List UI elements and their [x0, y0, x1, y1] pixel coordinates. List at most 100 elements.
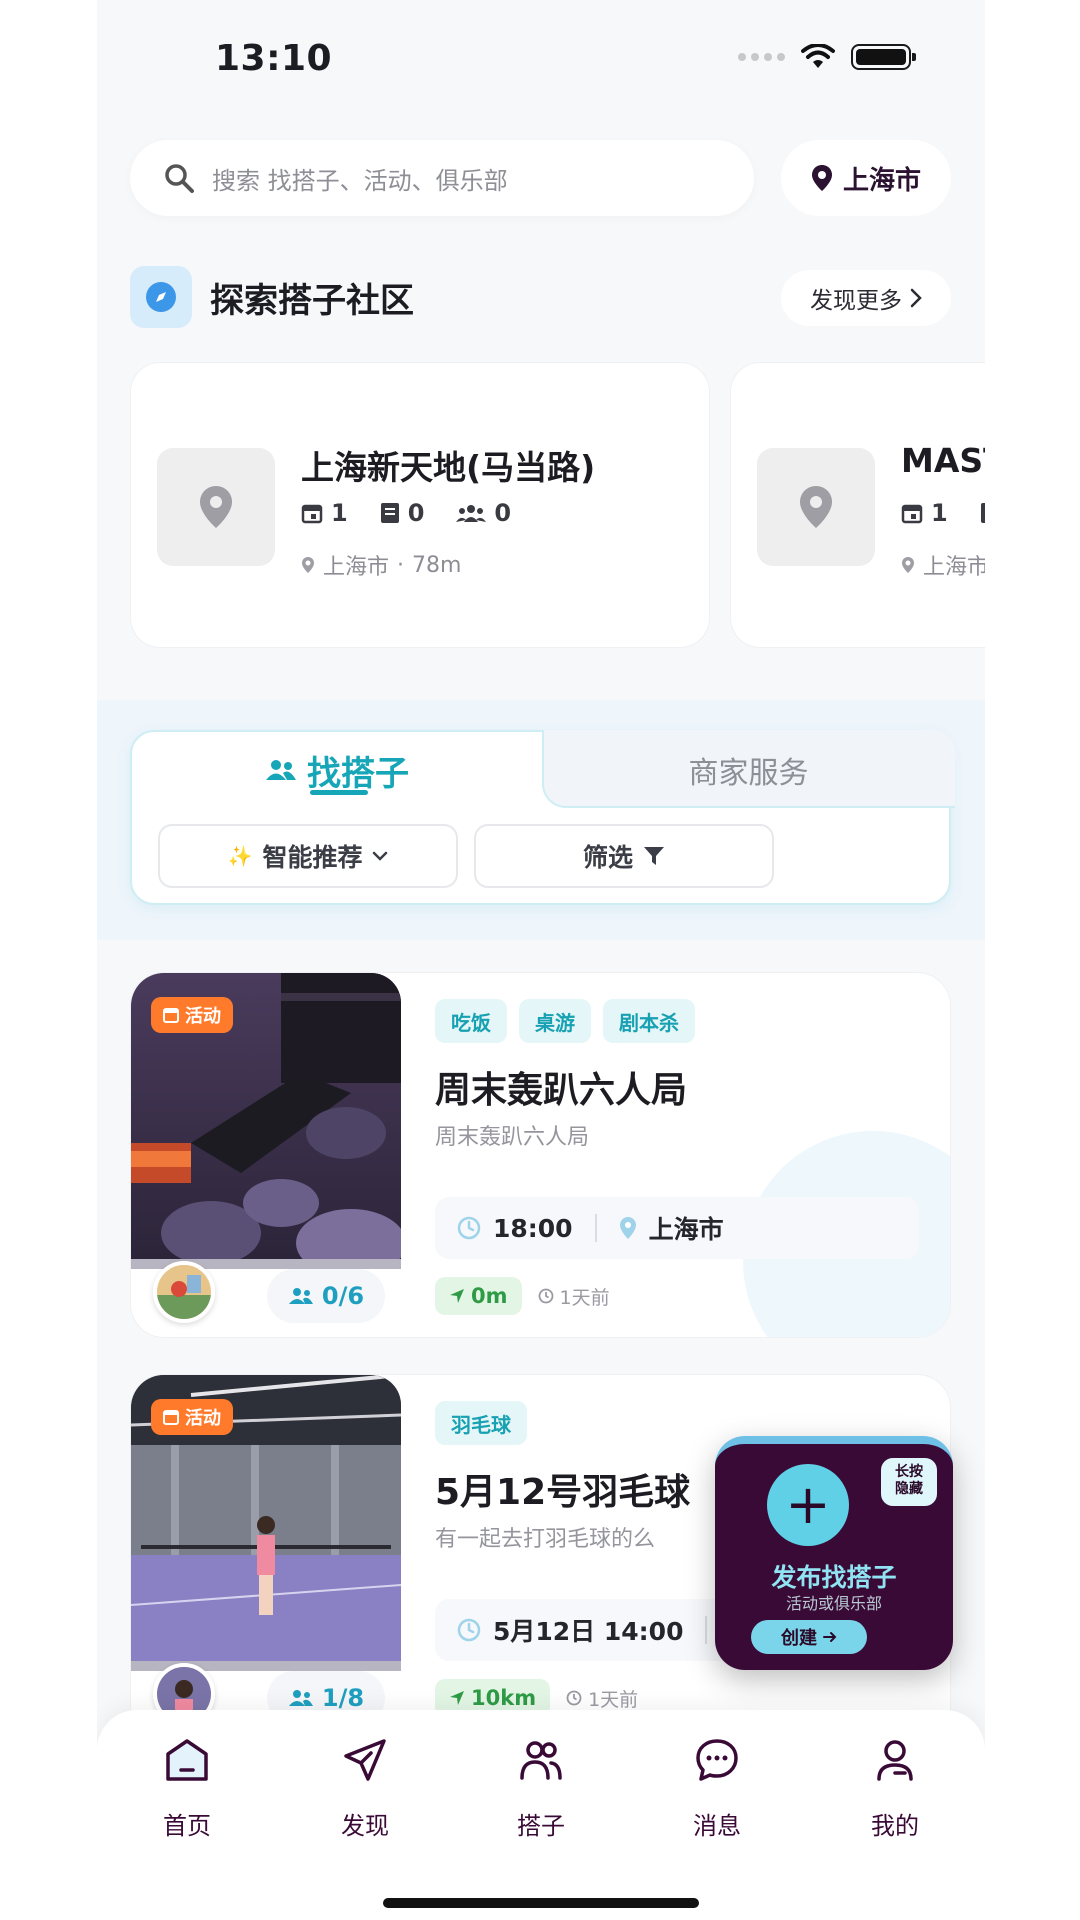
nav-item-partners[interactable]: 搭子 — [481, 1736, 601, 1841]
activity-image: 活动 — [131, 1375, 401, 1671]
community-location: 上海市 — [901, 549, 985, 581]
posts-stat: 0 — [380, 499, 424, 527]
paper-plane-icon — [344, 1739, 386, 1781]
calendar-icon — [163, 1410, 179, 1425]
chevron-down-icon — [373, 851, 388, 861]
community-name: MAST — [901, 441, 985, 480]
people-icon — [266, 760, 296, 780]
calendar-icon — [301, 504, 323, 524]
activity-card[interactable]: 活动 0/6 吃饭 桌游 剧本杀 周末轰趴六人局 周末轰趴六人局 18:00 上… — [130, 972, 951, 1338]
clock-icon — [538, 1288, 553, 1304]
chevron-right-icon — [910, 288, 922, 308]
avatar[interactable] — [153, 1261, 215, 1323]
community-card[interactable]: 上海新天地(马当路) 1 0 0 上海市 · 78m — [130, 362, 710, 648]
activity-badge: 活动 — [151, 1399, 233, 1435]
events-stat: 1 — [901, 499, 948, 527]
discover-more-label: 发现更多 — [810, 288, 902, 314]
activity-location: 上海市 — [648, 1215, 724, 1244]
activity-info: 18:00 上海市 — [435, 1197, 919, 1259]
tag: 剧本杀 — [603, 999, 695, 1043]
clock-icon — [457, 1618, 481, 1642]
tab-merchant-services[interactable]: 商家服务 — [542, 732, 955, 808]
explore-title: 探索搭子社区 — [210, 280, 414, 321]
activity-subtitle: 有一起去打羽毛球的么 — [435, 1527, 656, 1552]
nav-item-home[interactable]: 首页 — [127, 1736, 247, 1841]
calendar-icon — [163, 1008, 179, 1023]
location-pin-icon — [811, 165, 832, 191]
plus-icon: + — [767, 1464, 849, 1546]
document-icon — [980, 503, 985, 523]
activity-badge: 活动 — [151, 997, 233, 1033]
person-icon — [877, 1740, 913, 1781]
nav-item-discover[interactable]: 发现 — [305, 1736, 425, 1841]
activity-title: 周末轰趴六人局 — [435, 1070, 688, 1111]
distance-badge: 0m — [435, 1277, 522, 1315]
tab-underline — [310, 790, 368, 795]
recommend-label: 智能推荐 — [262, 843, 363, 872]
activity-title: 5月12号羽毛球 — [435, 1472, 691, 1513]
status-time: 13:10 — [215, 38, 333, 79]
activity-tags: 吃饭 桌游 剧本杀 — [435, 999, 695, 1043]
people-icon — [288, 1288, 313, 1304]
discover-more-button[interactable]: 发现更多 — [781, 270, 951, 326]
tag: 吃饭 — [435, 999, 507, 1043]
people-icon — [520, 1741, 562, 1780]
community-location: 上海市 · 78m — [301, 549, 461, 581]
compass-icon — [130, 266, 192, 328]
posts-stat — [980, 502, 985, 524]
location-pin-icon — [619, 1217, 636, 1239]
community-card[interactable]: MAST 1 上海市 — [730, 362, 985, 648]
long-press-hide-hint[interactable]: 长按 隐藏 — [881, 1458, 937, 1506]
home-indicator — [383, 1898, 699, 1908]
publish-partner-fab[interactable]: + 长按 隐藏 发布找搭子 活动或俱乐部 创建 — [715, 1436, 953, 1670]
document-icon — [380, 503, 399, 523]
activity-image: 活动 — [131, 973, 401, 1269]
navigation-arrow-icon — [450, 1691, 464, 1705]
city-selector-button[interactable]: 上海市 — [781, 140, 951, 216]
community-name: 上海新天地(马当路) — [301, 448, 596, 487]
activity-meta: 0m 1天前 — [435, 1277, 610, 1315]
people-icon — [288, 1690, 313, 1706]
sparkles-icon: ✨ — [227, 844, 253, 868]
tab-find-partner-label: 找搭子 — [307, 753, 409, 794]
funnel-icon — [644, 847, 664, 865]
search-input[interactable]: 搜索 找搭子、活动、俱乐部 — [212, 161, 508, 196]
search-icon — [165, 164, 194, 193]
location-pin-icon — [200, 486, 232, 528]
tag: 羽毛球 — [435, 1401, 527, 1445]
create-button[interactable]: 创建 — [751, 1620, 867, 1654]
nav-item-messages[interactable]: 消息 — [657, 1736, 777, 1841]
community-thumbnail — [157, 448, 275, 566]
location-pin-icon — [302, 557, 314, 573]
tag: 桌游 — [519, 999, 591, 1043]
members-stat: 0 — [456, 499, 511, 527]
signal-icon — [738, 53, 785, 61]
nav-item-me[interactable]: 我的 — [835, 1736, 955, 1841]
calendar-icon — [901, 504, 923, 524]
smart-recommend-dropdown[interactable]: ✨ 智能推荐 — [158, 824, 458, 888]
battery-icon — [851, 44, 916, 70]
home-icon — [166, 1739, 208, 1781]
search-bar[interactable]: 搜索 找搭子、活动、俱乐部 — [130, 140, 754, 216]
location-pin-icon — [800, 486, 832, 528]
activity-tags: 羽毛球 — [435, 1401, 527, 1445]
clock-icon — [566, 1690, 582, 1706]
community-stats: 1 — [901, 499, 985, 527]
filter-button[interactable]: 筛选 — [474, 824, 774, 888]
explore-header: 探索搭子社区 — [130, 266, 414, 328]
clock-icon — [457, 1216, 481, 1240]
posted-time: 1天前 — [538, 1283, 610, 1310]
arrow-right-icon — [823, 1632, 837, 1642]
wifi-icon — [801, 44, 835, 68]
community-stats: 1 0 0 — [301, 499, 529, 527]
chat-icon — [696, 1739, 738, 1781]
navigation-arrow-icon — [450, 1289, 464, 1303]
tab-find-partner[interactable]: 找搭子 — [132, 732, 542, 808]
tabs-panel: 找搭子 商家服务 ✨ 智能推荐 筛选 — [130, 730, 955, 905]
location-pin-icon — [902, 557, 914, 573]
status-icons — [738, 44, 916, 70]
bottom-navigation: 首页 发现 搭子 消息 我的 — [97, 1710, 985, 1920]
activity-time: 18:00 — [493, 1213, 573, 1243]
group-icon — [456, 505, 487, 522]
events-stat: 1 — [301, 499, 348, 527]
